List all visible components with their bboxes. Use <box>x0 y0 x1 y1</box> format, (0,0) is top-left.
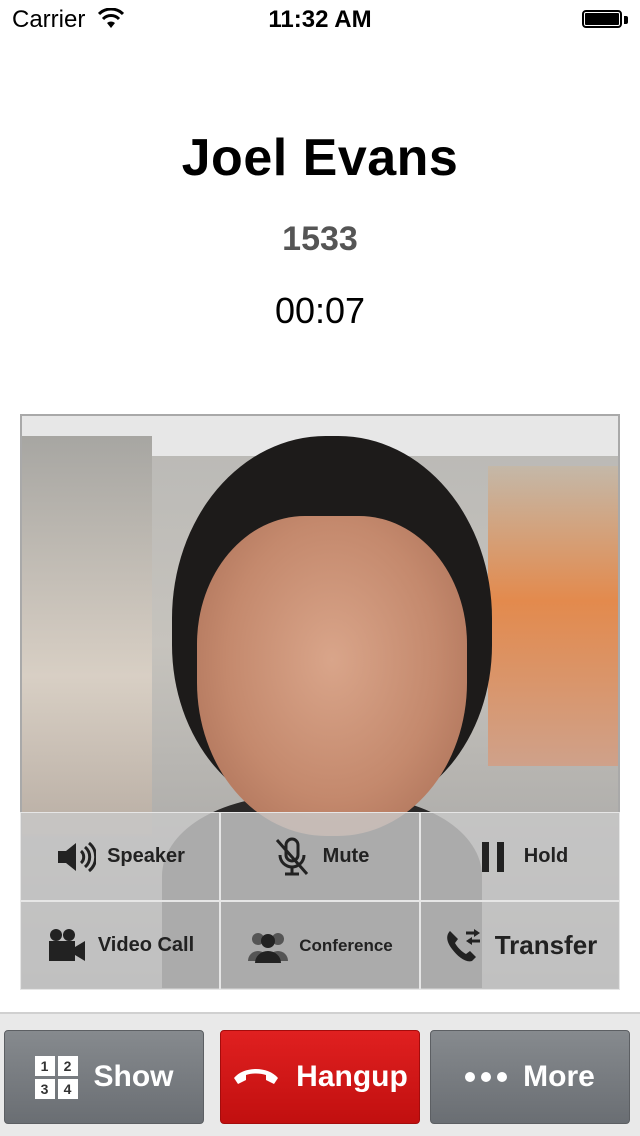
hangup-label: Hangup <box>296 1060 408 1093</box>
call-controls: Speaker Mute Hold Video Call Conference … <box>20 812 620 990</box>
clock: 11:32 AM <box>268 6 372 33</box>
mute-button[interactable]: Mute <box>220 812 420 901</box>
conference-label: Conference <box>299 935 393 955</box>
transfer-icon <box>443 925 485 967</box>
conference-icon <box>247 925 289 967</box>
hangup-button[interactable]: Hangup <box>220 1030 420 1124</box>
bottom-toolbar: 1 2 3 4 Show Hangup More <box>0 1012 640 1136</box>
speaker-label: Speaker <box>107 845 185 867</box>
hold-label: Hold <box>523 845 569 867</box>
mute-label: Mute <box>322 845 370 867</box>
speaker-icon <box>55 836 97 878</box>
battery-icon <box>582 10 628 30</box>
transfer-label: Transfer <box>494 930 598 960</box>
status-bar: Carrier 11:32 AM <box>0 0 640 40</box>
call-duration: 00:07 <box>274 290 366 331</box>
more-button[interactable]: More <box>430 1030 630 1124</box>
caller-extension: 1533 <box>282 220 358 258</box>
phone-hangup-icon <box>232 1060 280 1094</box>
more-label: More <box>523 1060 595 1093</box>
transfer-button[interactable]: Transfer <box>420 901 620 990</box>
hold-button[interactable]: Hold <box>420 812 620 901</box>
caller-name: Joel Evans <box>181 129 459 187</box>
video-call-button[interactable]: Video Call <box>20 901 220 990</box>
video-call-label: Video Call <box>97 934 195 956</box>
video-camera-icon <box>46 925 88 967</box>
more-dots-icon <box>465 1072 508 1082</box>
mic-off-icon <box>271 836 313 878</box>
show-keypad-button[interactable]: 1 2 3 4 Show <box>4 1030 204 1124</box>
show-label: Show <box>93 1060 174 1093</box>
conference-button[interactable]: Conference <box>220 901 420 990</box>
keypad-icon: 1 2 3 4 <box>34 1055 78 1099</box>
speaker-button[interactable]: Speaker <box>20 812 220 901</box>
pause-icon <box>472 836 514 878</box>
